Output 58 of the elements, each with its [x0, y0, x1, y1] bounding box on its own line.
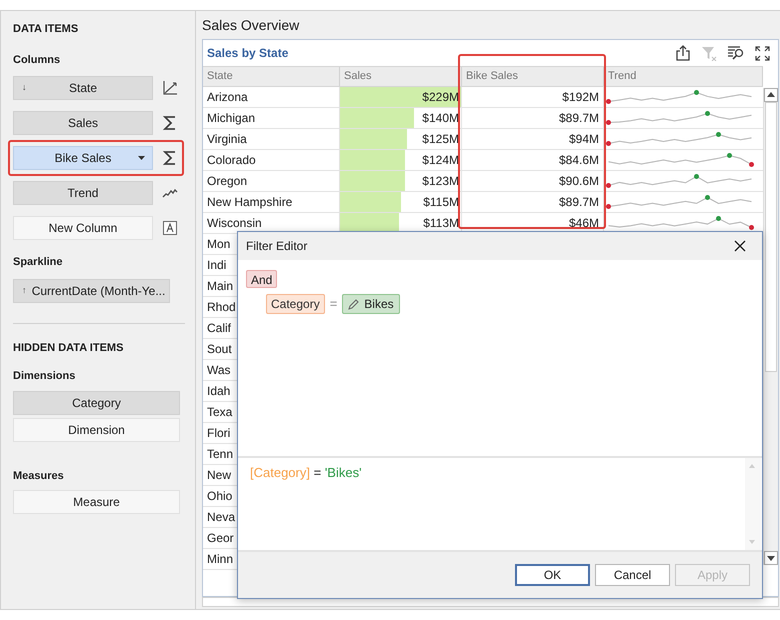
- group-heading: Dimensions: [13, 369, 76, 384]
- sort-arrow: ↑: [22, 284, 26, 297]
- scroll-thumb[interactable]: [765, 102, 777, 372]
- data-item[interactable]: Dimension: [13, 418, 180, 442]
- field-chip[interactable]: Category: [266, 294, 325, 314]
- table-cell-text: $124M: [422, 152, 460, 169]
- card-title: Sales by State: [207, 45, 290, 62]
- table-cell-text: $89.7M: [558, 110, 600, 127]
- fullscreen-icon[interactable]: [755, 46, 770, 60]
- table-cell-text: $192M: [562, 89, 600, 106]
- column-header[interactable]: State: [203, 67, 340, 86]
- table-cell-text: $115M: [423, 194, 460, 211]
- table-cell-text: $94M: [568, 131, 600, 148]
- sigma-icon: [162, 115, 178, 131]
- group-operator[interactable]: And: [246, 270, 278, 288]
- sigma-icon: [162, 150, 178, 166]
- data-item[interactable]: New Column: [13, 216, 153, 240]
- table-cell-text: $84.6M: [558, 152, 600, 169]
- scrollbar[interactable]: [763, 88, 778, 565]
- filter-search-icon[interactable]: [727, 45, 745, 61]
- section-title: DATA ITEMS: [13, 22, 80, 37]
- dashboard-title: Sales Overview: [202, 16, 300, 35]
- value-chip[interactable]: Bikes: [342, 294, 400, 314]
- data-item[interactable]: Sales: [13, 111, 153, 135]
- export-icon[interactable]: [675, 45, 691, 61]
- sort-arrow: ↓: [22, 81, 26, 94]
- section-title: HIDDEN DATA ITEMS: [13, 340, 124, 356]
- close-icon[interactable]: [734, 240, 746, 252]
- table-cell-text: $46M: [568, 215, 600, 232]
- table-cell-text: $229M: [422, 89, 460, 106]
- data-item[interactable]: ↓ State: [13, 76, 153, 100]
- scroll-up-icon[interactable]: [764, 88, 778, 102]
- column-header[interactable]: Bike Sales: [462, 67, 604, 86]
- data-item[interactable]: Trend: [13, 181, 153, 205]
- dialog-title: Filter Editor: [246, 238, 308, 255]
- scroll-down-icon[interactable]: [764, 551, 778, 565]
- group-heading: Columns: [13, 52, 62, 68]
- text-box-icon: [163, 221, 177, 235]
- pencil-icon: [348, 298, 360, 310]
- table-cell-text: $140M: [422, 110, 460, 127]
- group-heading: Sparkline: [13, 255, 64, 270]
- sparkline-icon: [162, 188, 178, 198]
- caret-icon[interactable]: [138, 156, 145, 160]
- table-cell-text: $89.7M: [558, 194, 600, 211]
- table-cell-text: $90.6M: [558, 173, 600, 190]
- table-cell-text: $113M: [423, 215, 460, 232]
- data-item[interactable]: ↑ CurrentDate (Month-Ye...: [13, 278, 170, 302]
- table-cell-text: $123M: [422, 173, 460, 190]
- data-item[interactable]: Measure: [13, 490, 180, 514]
- column-header[interactable]: Trend: [604, 67, 763, 86]
- table-cell-text: $125M: [422, 131, 460, 148]
- data-item[interactable]: Bike Sales: [13, 146, 153, 170]
- dialog-button[interactable]: OK: [515, 564, 590, 586]
- axis-icon: [162, 80, 178, 96]
- dialog-button[interactable]: Cancel: [595, 564, 670, 586]
- data-item[interactable]: Category: [13, 390, 180, 414]
- column-header[interactable]: Sales: [340, 67, 462, 86]
- group-heading: Measures: [13, 468, 65, 484]
